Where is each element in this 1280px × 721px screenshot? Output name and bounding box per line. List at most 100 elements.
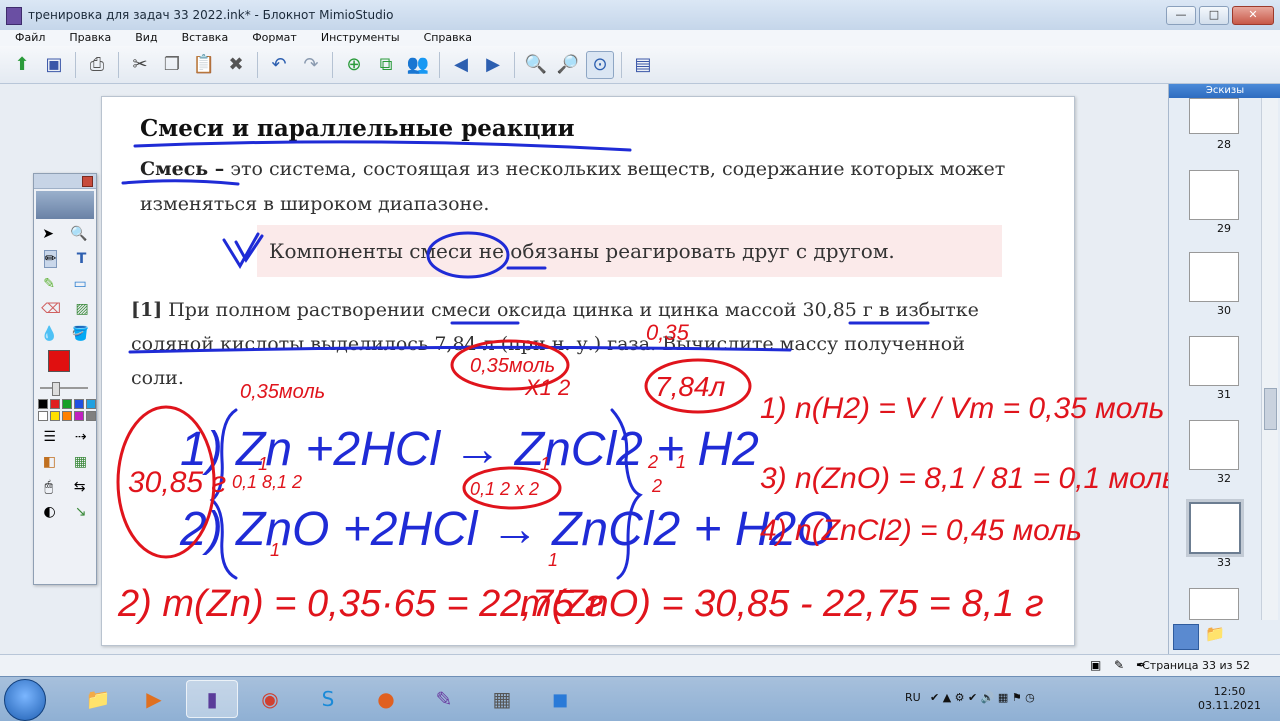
line-style-icon[interactable]: ☰ bbox=[43, 429, 56, 445]
new-page-icon[interactable]: ⊕ bbox=[340, 51, 368, 79]
clock-time: 12:50 bbox=[1213, 685, 1246, 698]
thumbnail-label: 30 bbox=[1217, 304, 1231, 317]
print-icon[interactable]: ⎙ bbox=[83, 51, 111, 79]
folder-icon[interactable]: 📁 bbox=[1205, 624, 1229, 648]
swatch-black[interactable] bbox=[38, 399, 48, 409]
reveal-icon[interactable]: ◐ bbox=[44, 504, 56, 520]
menu-insert[interactable]: Вставка bbox=[167, 30, 238, 46]
cut-icon[interactable]: ✂ bbox=[126, 51, 154, 79]
redo-icon[interactable]: ↷ bbox=[297, 51, 325, 79]
thumbnails-view-icon[interactable] bbox=[1173, 624, 1199, 650]
zoom-icon[interactable]: ◼ bbox=[534, 680, 586, 718]
dropper-tool-icon[interactable]: 💧 bbox=[41, 326, 58, 342]
save-icon[interactable]: ▣ bbox=[40, 51, 68, 79]
thumbnail-30[interactable] bbox=[1189, 252, 1239, 302]
problem-paragraph: [1] При полном растворении смеси оксида … bbox=[131, 293, 1011, 395]
swatch-white[interactable] bbox=[38, 411, 48, 421]
zoom-fit-icon[interactable]: ⊙ bbox=[586, 50, 614, 79]
minimize-button[interactable]: — bbox=[1166, 6, 1196, 25]
thickness-slider[interactable] bbox=[34, 380, 96, 396]
fill-tool-icon[interactable]: 🪣 bbox=[72, 326, 89, 342]
menu-file[interactable]: Файл bbox=[0, 30, 54, 46]
duplicate-page-icon[interactable]: ⧉ bbox=[372, 51, 400, 79]
swatch-red[interactable] bbox=[50, 399, 60, 409]
image-tool-icon[interactable]: ▨ bbox=[76, 301, 89, 317]
thumbnail-label: 28 bbox=[1217, 138, 1231, 151]
rectangle-tool-icon[interactable]: ▭ bbox=[74, 276, 87, 292]
recognize-icon[interactable]: ⇆ bbox=[74, 479, 86, 495]
menu-view[interactable]: Вид bbox=[120, 30, 166, 46]
thumbnail-34[interactable] bbox=[1189, 588, 1239, 620]
pen-icon[interactable]: ✎ bbox=[1114, 658, 1128, 672]
eraser-tool-icon[interactable]: ⌫ bbox=[41, 301, 61, 317]
mouse-icon[interactable]: 🖱 bbox=[44, 479, 52, 495]
menu-edit[interactable]: Правка bbox=[54, 30, 120, 46]
swatch-gray[interactable] bbox=[86, 411, 96, 421]
gallery-icon[interactable]: ▦ bbox=[74, 454, 87, 470]
users-icon[interactable]: 👥 bbox=[404, 51, 432, 79]
current-color-swatch[interactable] bbox=[48, 350, 70, 372]
screen-icon[interactable]: ▤ bbox=[629, 51, 657, 79]
page-icon[interactable]: ▣ bbox=[1090, 658, 1104, 672]
pen-tool-icon[interactable]: ✏ bbox=[43, 249, 58, 268]
swatch-yellow[interactable] bbox=[50, 411, 60, 421]
palette-header[interactable] bbox=[34, 174, 96, 189]
highlighter-tool-icon[interactable]: ✎ bbox=[43, 276, 55, 292]
menu-tools[interactable]: Инструменты bbox=[306, 30, 409, 46]
tray-icons[interactable]: ✔ ▲ ⚙ ✔ 🔊 ▦ ⚑ ◷ bbox=[930, 691, 1035, 704]
zoom-out-icon[interactable]: 🔎 bbox=[554, 51, 582, 79]
thumbnail-29[interactable] bbox=[1189, 170, 1239, 220]
palette-close-icon[interactable] bbox=[82, 176, 93, 187]
swatch-blue[interactable] bbox=[74, 399, 84, 409]
line-end-icon[interactable]: ⇢ bbox=[75, 429, 87, 445]
clock-date: 03.11.2021 bbox=[1198, 699, 1261, 712]
skype-icon[interactable]: S bbox=[302, 680, 354, 718]
close-button[interactable]: ✕ bbox=[1232, 6, 1274, 25]
menu-format[interactable]: Формат bbox=[237, 30, 306, 46]
swatch-purple[interactable] bbox=[74, 411, 84, 421]
thumbnail-33-selected[interactable] bbox=[1189, 502, 1241, 554]
thumbnail-32[interactable] bbox=[1189, 420, 1239, 470]
thumbnails-header: Эскизы bbox=[1169, 84, 1280, 98]
copy-icon[interactable]: ❐ bbox=[158, 51, 186, 79]
thumbnails-scrollbar[interactable] bbox=[1261, 98, 1278, 620]
thumbnail-28[interactable] bbox=[1189, 98, 1239, 134]
menu-help[interactable]: Справка bbox=[409, 30, 481, 46]
notebook-page[interactable]: Смеси и параллельные реакции Смесь – это… bbox=[101, 96, 1075, 646]
calculator-icon[interactable]: ▦ bbox=[476, 680, 528, 718]
toolbar-separator bbox=[439, 51, 440, 78]
color-swatches bbox=[34, 396, 96, 424]
language-indicator[interactable]: RU bbox=[905, 691, 921, 704]
text-tool-icon[interactable]: T bbox=[77, 251, 87, 267]
firefox-icon[interactable]: ● bbox=[360, 680, 412, 718]
paste-icon[interactable]: 📋 bbox=[190, 51, 218, 79]
zoom-in-icon[interactable]: 🔍 bbox=[522, 51, 550, 79]
status-bar: ▣ ✎ ✒ Страница 33 из 52 bbox=[0, 654, 1280, 677]
swatch-orange[interactable] bbox=[62, 411, 72, 421]
maximize-button[interactable]: □ bbox=[1199, 6, 1229, 25]
thumbnail-31[interactable] bbox=[1189, 336, 1239, 386]
chrome-icon[interactable]: ◉ bbox=[244, 680, 296, 718]
back-icon[interactable]: ◀ bbox=[447, 51, 475, 79]
shape-icon[interactable]: ◧ bbox=[43, 454, 56, 470]
swatch-cyan[interactable] bbox=[86, 399, 96, 409]
explorer-icon[interactable]: 📁 bbox=[72, 680, 124, 718]
start-button[interactable] bbox=[4, 679, 46, 721]
mimio-studio-icon[interactable]: ✎ bbox=[418, 680, 470, 718]
open-icon[interactable]: ⬆ bbox=[8, 51, 36, 79]
delete-icon[interactable]: ✖ bbox=[222, 51, 250, 79]
swatch-green[interactable] bbox=[62, 399, 72, 409]
zoom-tool-icon[interactable]: 🔍 bbox=[70, 226, 87, 242]
forward-icon[interactable]: ▶ bbox=[479, 51, 507, 79]
spotlight-icon[interactable]: ↘ bbox=[75, 504, 87, 520]
undo-icon[interactable]: ↶ bbox=[265, 51, 293, 79]
mimio-notebook-icon[interactable]: ▮ bbox=[186, 680, 238, 718]
definition-term: Смесь – bbox=[140, 158, 225, 180]
media-player-icon[interactable]: ▶ bbox=[128, 680, 180, 718]
tools-palette: ➤ 🔍 ✏ T ✎ ▭ ⌫ ▨ 💧 🪣 ☰ ⇢ ◧ ▦ 🖱 ⇆ ◐ ↘ bbox=[33, 173, 97, 585]
window-title: тренировка для задач 33 2022.ink* - Блок… bbox=[28, 8, 394, 22]
select-tool-icon[interactable]: ➤ bbox=[42, 226, 54, 242]
definition-text: это система, состоящая из нескольких вещ… bbox=[140, 158, 1006, 215]
clock[interactable]: 12:50 03.11.2021 bbox=[1198, 685, 1261, 713]
scrollbar-thumb[interactable] bbox=[1264, 388, 1277, 430]
